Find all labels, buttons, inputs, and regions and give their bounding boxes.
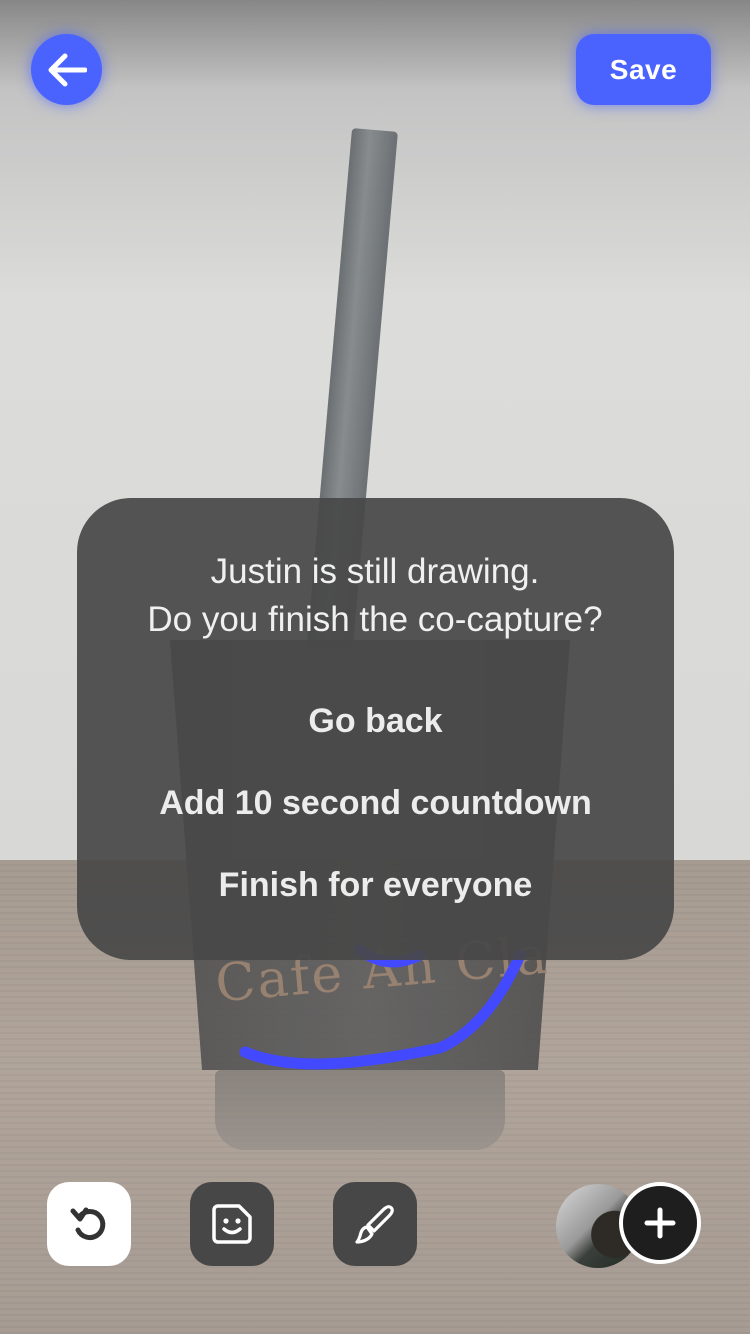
brush-icon <box>355 1205 394 1244</box>
undo-icon <box>70 1207 106 1241</box>
dialog-message-line-2: Do you finish the co-capture? <box>147 600 603 639</box>
dialog-message-line-1: Justin is still drawing. <box>210 552 540 591</box>
go-back-option[interactable]: Go back <box>77 702 674 741</box>
undo-button[interactable] <box>47 1182 131 1266</box>
plus-icon <box>644 1207 676 1239</box>
dialog-message: Justin is still drawing. Do you finish t… <box>0 548 750 644</box>
arrow-left-icon <box>48 53 87 86</box>
sticker-icon <box>212 1204 252 1244</box>
add-countdown-option[interactable]: Add 10 second countdown <box>77 784 674 823</box>
brush-button[interactable] <box>333 1182 417 1266</box>
add-participant-button[interactable] <box>619 1182 701 1264</box>
save-button[interactable]: Save <box>576 34 711 105</box>
sticker-button[interactable] <box>190 1182 274 1266</box>
finish-for-everyone-option[interactable]: Finish for everyone <box>77 866 674 905</box>
back-button[interactable] <box>31 34 102 105</box>
